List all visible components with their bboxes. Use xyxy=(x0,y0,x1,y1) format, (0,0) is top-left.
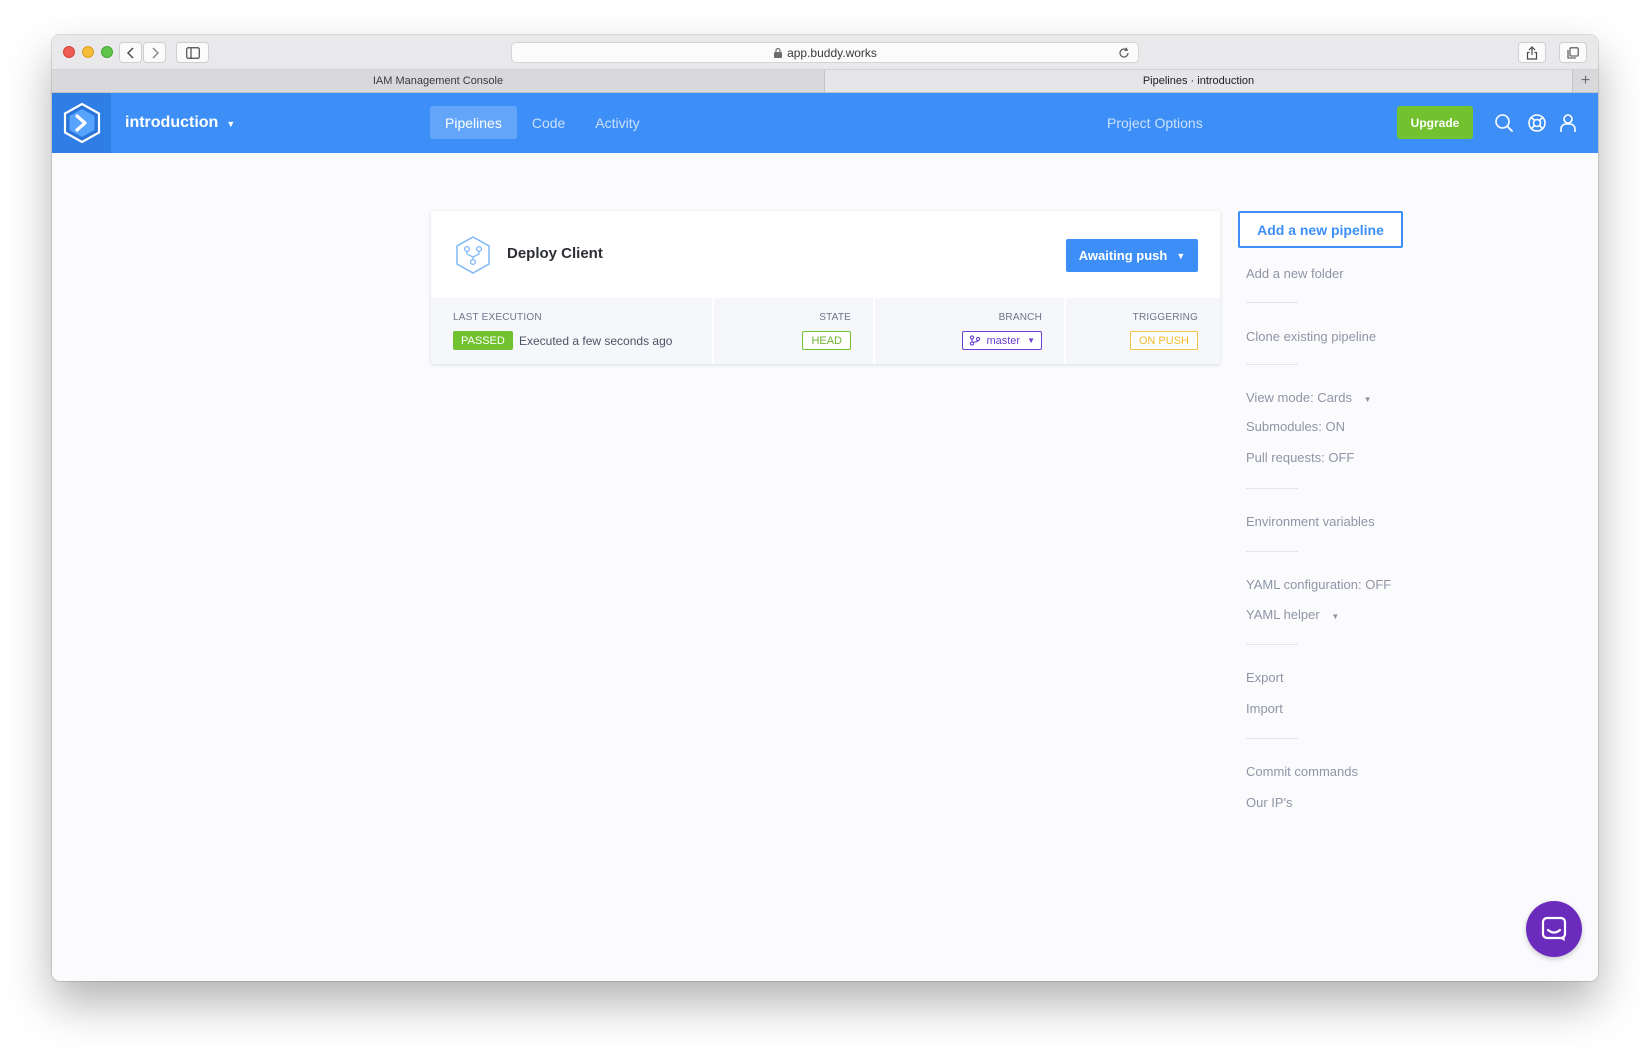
user-icon[interactable] xyxy=(1557,112,1579,134)
address-bar[interactable]: app.buddy.works xyxy=(511,42,1139,63)
project-switcher[interactable]: introduction ▼ xyxy=(125,93,235,153)
last-execution-label: LAST EXECUTION xyxy=(453,312,542,323)
branch-selector[interactable]: master ▼ xyxy=(962,331,1042,350)
chat-icon xyxy=(1541,916,1567,941)
app-header: introduction ▼ Pipelines Code Activity P… xyxy=(52,93,1598,153)
browser-window: app.buddy.works IAM Management Console P… xyxy=(52,35,1598,981)
caret-down-icon: ▼ xyxy=(1027,336,1035,345)
awaiting-push-label: Awaiting push xyxy=(1078,248,1168,263)
minimize-window-button[interactable] xyxy=(82,46,94,58)
yaml-helper-dropdown[interactable]: YAML helper ▼ xyxy=(1246,607,1339,622)
chat-launcher-button[interactable] xyxy=(1526,901,1582,957)
executed-time[interactable]: Executed a few seconds ago xyxy=(519,334,672,348)
sidebar-divider xyxy=(1246,302,1298,303)
sidebar-divider xyxy=(1246,738,1298,739)
sidebar-divider xyxy=(1246,364,1298,365)
reload-icon[interactable] xyxy=(1118,47,1130,59)
main-content: Deploy Client Awaiting push ▼ LAST EXECU… xyxy=(52,153,1598,981)
caret-down-icon: ▼ xyxy=(1331,612,1340,621)
pipeline-card-details: LAST EXECUTION PASSED Executed a few sec… xyxy=(431,298,1220,364)
buddy-logo-icon xyxy=(63,102,100,144)
view-mode-label: View mode: Cards xyxy=(1246,390,1352,405)
share-button[interactable] xyxy=(1518,42,1546,63)
back-button[interactable] xyxy=(119,42,142,63)
state-badge: HEAD xyxy=(802,331,851,350)
triggering-label: TRIGGERING xyxy=(1132,312,1198,323)
state-column: STATE HEAD xyxy=(714,298,875,364)
clone-pipeline-link[interactable]: Clone existing pipeline xyxy=(1246,329,1376,344)
chevron-right-icon xyxy=(151,46,159,59)
caret-down-icon: ▼ xyxy=(1176,250,1186,261)
nav-pipelines[interactable]: Pipelines xyxy=(430,106,517,139)
branch-name: master xyxy=(986,334,1021,347)
search-icon[interactable] xyxy=(1493,112,1515,134)
import-link[interactable]: Import xyxy=(1246,701,1283,716)
buddy-logo[interactable] xyxy=(52,93,111,153)
awaiting-push-button[interactable]: Awaiting push ▼ xyxy=(1066,239,1198,272)
caret-down-icon: ▼ xyxy=(226,119,236,129)
main-nav: Pipelines Code Activity xyxy=(430,106,655,139)
caret-down-icon: ▼ xyxy=(1363,395,1372,404)
sidebar-icon xyxy=(185,46,200,59)
export-link[interactable]: Export xyxy=(1246,670,1284,685)
tab-label: Pipelines · introduction xyxy=(1142,75,1255,87)
state-label: STATE xyxy=(819,312,851,323)
zoom-window-button[interactable] xyxy=(101,46,113,58)
status-badge[interactable]: PASSED xyxy=(453,331,513,350)
new-tab-button[interactable]: + xyxy=(1573,70,1598,92)
upgrade-button[interactable]: Upgrade xyxy=(1397,106,1473,139)
sidebar-divider xyxy=(1246,488,1298,489)
plus-icon: + xyxy=(1580,72,1591,89)
environment-variables-link[interactable]: Environment variables xyxy=(1246,514,1375,529)
yaml-configuration-toggle[interactable]: YAML configuration: OFF xyxy=(1246,577,1391,592)
sidebar-divider xyxy=(1246,551,1298,552)
nav-activity[interactable]: Activity xyxy=(580,106,654,139)
branch-icon xyxy=(970,335,981,346)
pipeline-icon xyxy=(456,236,490,274)
pipeline-card: Deploy Client Awaiting push ▼ LAST EXECU… xyxy=(431,211,1220,364)
sidebar-divider xyxy=(1246,644,1298,645)
tab-label: IAM Management Console xyxy=(372,75,504,87)
pipeline-name[interactable]: Deploy Client xyxy=(507,245,603,262)
browser-tabs: IAM Management Console Pipelines · intro… xyxy=(52,70,1598,93)
branch-label: BRANCH xyxy=(998,312,1042,323)
chevron-left-icon xyxy=(126,46,134,59)
submodules-toggle[interactable]: Submodules: ON xyxy=(1246,419,1345,434)
tabs-overview-button[interactable] xyxy=(1559,42,1587,63)
forward-button[interactable] xyxy=(143,42,166,63)
view-mode-dropdown[interactable]: View mode: Cards ▼ xyxy=(1246,390,1372,405)
tab-pipelines[interactable]: Pipelines · introduction xyxy=(825,70,1573,92)
our-ips-link[interactable]: Our IP's xyxy=(1246,795,1293,810)
url-text: app.buddy.works xyxy=(787,45,877,60)
share-icon xyxy=(1526,45,1538,60)
trigger-mode-badge[interactable]: ON PUSH xyxy=(1129,331,1198,350)
sidebar-toggle-button[interactable] xyxy=(176,42,209,63)
yaml-helper-label: YAML helper xyxy=(1246,607,1320,622)
add-folder-link[interactable]: Add a new folder xyxy=(1246,266,1344,281)
project-name: introduction xyxy=(125,114,219,131)
add-pipeline-button[interactable]: Add a new pipeline xyxy=(1238,211,1403,248)
triggering-column: TRIGGERING ON PUSH xyxy=(1066,298,1220,364)
last-execution-column: LAST EXECUTION PASSED Executed a few sec… xyxy=(431,298,714,364)
browser-toolbar: app.buddy.works xyxy=(52,35,1598,70)
branch-column: BRANCH master ▼ xyxy=(875,298,1066,364)
help-icon[interactable] xyxy=(1526,112,1548,134)
project-options-link[interactable]: Project Options xyxy=(1107,93,1203,153)
close-window-button[interactable] xyxy=(63,46,75,58)
lock-icon xyxy=(774,47,783,58)
tabs-icon xyxy=(1567,46,1579,59)
pull-requests-toggle[interactable]: Pull requests: OFF xyxy=(1246,450,1354,465)
commit-commands-link[interactable]: Commit commands xyxy=(1246,764,1358,779)
tab-iam-console[interactable]: IAM Management Console xyxy=(52,70,825,92)
pipeline-card-header: Deploy Client Awaiting push ▼ xyxy=(431,211,1220,298)
nav-code[interactable]: Code xyxy=(517,106,580,139)
